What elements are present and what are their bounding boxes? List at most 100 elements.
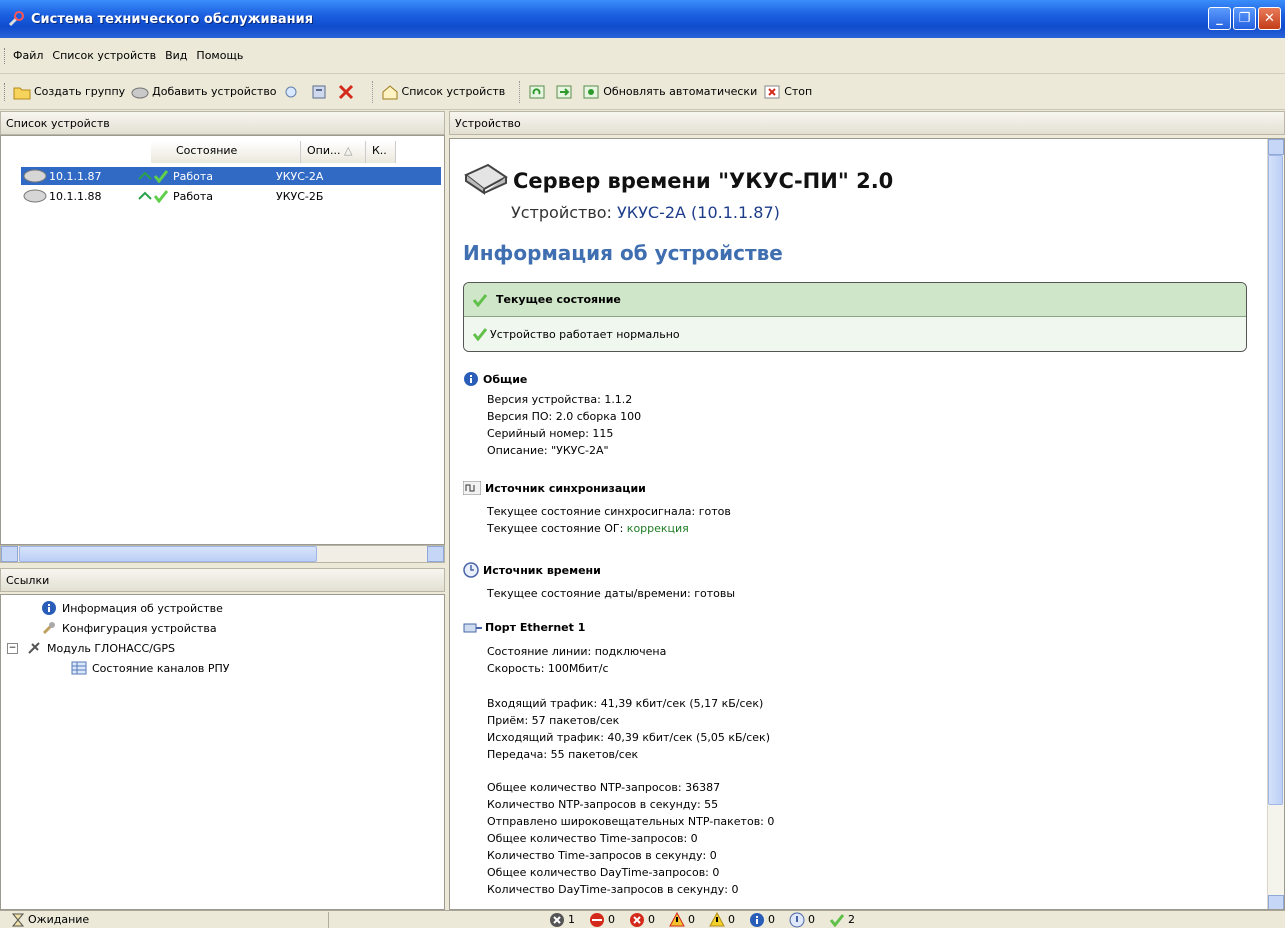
scroll-up-button[interactable] xyxy=(1268,139,1284,155)
close-button[interactable]: ✕ xyxy=(1258,7,1281,30)
sync-section-title: Источник синхронизации xyxy=(463,481,646,495)
refresh-icon xyxy=(529,85,545,98)
device-add-icon xyxy=(131,87,149,98)
signal-icon xyxy=(463,481,481,495)
blocked-icon xyxy=(590,912,604,927)
col-k[interactable]: К.. xyxy=(366,141,396,163)
ethernet-link-info: Состояние линии: подключена Скорость: 10… xyxy=(487,645,667,675)
scroll-right-button[interactable] xyxy=(427,546,444,562)
device-list-label: Список устройств xyxy=(401,85,506,98)
refresh-button[interactable] xyxy=(528,80,549,104)
device-row[interactable]: 10.1.1.87 Работа УКУС-2А xyxy=(21,167,441,185)
device-state: Работа xyxy=(173,169,214,183)
minimize-button[interactable]: _ xyxy=(1208,7,1231,30)
warning-icon xyxy=(709,911,725,926)
hourglass-icon xyxy=(12,913,24,926)
toolbar-grip xyxy=(4,82,7,101)
device-panel-header: Устройство xyxy=(449,111,1285,135)
menu-help[interactable]: Помощь xyxy=(196,49,243,62)
link-rpu-channels[interactable]: Состояние каналов РПУ xyxy=(71,659,229,677)
link-device-config[interactable]: Конфигурация устройства xyxy=(41,619,217,637)
general-info: Версия устройства: 1.1.2 Версия ПО: 2.0 … xyxy=(487,393,642,457)
scroll-left-button[interactable] xyxy=(1,546,18,562)
window-title: Система технического обслуживания xyxy=(31,11,314,27)
status-blocked[interactable]: 0 xyxy=(589,912,615,928)
device-row[interactable]: 10.1.1.88 Работа УКУС-2Б xyxy=(21,187,441,205)
update-button[interactable] xyxy=(555,80,576,104)
scroll-thumb[interactable] xyxy=(1268,155,1283,805)
device-ip: 10.1.1.88 xyxy=(49,189,102,203)
stop-button[interactable]: Стоп xyxy=(763,80,812,104)
device-list-button[interactable]: Список устройств xyxy=(381,80,506,104)
page-title: Сервер времени "УКУС-ПИ" 2.0 xyxy=(513,169,894,193)
add-device-button[interactable]: Добавить устройство xyxy=(131,80,277,104)
status-error[interactable]: 0 xyxy=(629,912,655,928)
section-heading: Информация об устройстве xyxy=(463,241,783,265)
sync-info: Текущее состояние синхросигнала: готов Т… xyxy=(487,505,731,535)
status-critical[interactable]: 1 xyxy=(549,912,575,928)
ok-icon xyxy=(472,293,488,307)
status-warning[interactable]: 0 xyxy=(709,911,735,928)
folder-icon xyxy=(13,87,31,99)
links-panel-header: Ссылки xyxy=(0,568,445,592)
horizontal-scrollbar[interactable] xyxy=(0,545,445,563)
link-device-info[interactable]: Информация об устройстве xyxy=(41,599,223,617)
vertical-scrollbar[interactable] xyxy=(1267,139,1284,909)
status-notice[interactable]: 0 xyxy=(789,912,815,928)
ethernet-port-icon xyxy=(463,623,482,632)
time-section-title: Источник времени xyxy=(463,562,601,578)
col-description[interactable]: Опи... △ xyxy=(301,141,366,163)
update-icon xyxy=(556,85,572,98)
device-icon xyxy=(464,163,508,195)
find-device-button[interactable] xyxy=(283,80,304,104)
links-tree: Информация об устройстве Конфигурация ус… xyxy=(0,594,445,910)
home-icon xyxy=(382,84,398,99)
auto-update-button[interactable]: Обновлять автоматически xyxy=(582,80,757,104)
info-icon xyxy=(464,372,478,386)
device-panel-title: Устройство xyxy=(455,116,521,130)
clock-icon xyxy=(463,562,479,578)
device-tree[interactable]: Состояние Опи... △ К.. 10.1.1.87 Работа … xyxy=(0,135,445,545)
status-warning-red[interactable]: 0 xyxy=(669,911,695,928)
ethernet-section-title: Порт Ethernet 1 xyxy=(463,621,585,634)
col-state[interactable]: Состояние xyxy=(151,141,301,163)
collapse-icon[interactable]: − xyxy=(7,642,18,654)
current-state-body: Устройство работает нормально xyxy=(464,317,1246,351)
current-state-header: Текущее состояние xyxy=(464,283,1246,317)
warning-icon xyxy=(669,911,685,926)
menu-view[interactable]: Вид xyxy=(165,49,187,62)
status-ok[interactable]: 2 xyxy=(829,913,855,927)
delete-icon xyxy=(338,84,353,99)
device-desc: УКУС-2Б xyxy=(276,189,324,203)
current-state-box: Текущее состояние Устройство работает но… xyxy=(463,282,1247,352)
device-icon xyxy=(23,169,47,183)
error-icon xyxy=(630,912,644,927)
wrench-icon xyxy=(8,11,24,27)
link-glonass-module[interactable]: − Модуль ГЛОНАСС/GPS xyxy=(7,639,175,657)
properties-button[interactable] xyxy=(310,80,331,104)
main-window: Система технического обслуживания _ ❐ ✕ … xyxy=(0,0,1285,928)
ok-icon xyxy=(153,190,169,203)
menu-device-list[interactable]: Список устройств xyxy=(52,49,156,62)
toolbar-separator xyxy=(519,80,521,103)
general-section-title: Общие xyxy=(463,371,527,387)
create-group-button[interactable]: Создать группу xyxy=(13,80,125,104)
ok-icon xyxy=(829,913,845,927)
scroll-thumb[interactable] xyxy=(19,546,317,562)
status-text: Ожидание xyxy=(28,913,90,926)
info-icon xyxy=(42,601,56,615)
title-bar[interactable]: Система технического обслуживания _ ❐ ✕ xyxy=(0,0,1285,38)
delete-button[interactable] xyxy=(337,80,358,104)
stop-label: Стоп xyxy=(784,85,813,98)
menu-file[interactable]: Файл xyxy=(13,49,43,62)
notice-icon xyxy=(789,912,805,927)
ok-icon xyxy=(153,170,169,183)
auto-update-icon xyxy=(583,85,599,98)
scroll-down-button[interactable] xyxy=(1268,895,1284,909)
properties-icon xyxy=(312,85,326,98)
device-info-page: Сервер времени "УКУС-ПИ" 2.0 Устройство:… xyxy=(449,138,1285,910)
maximize-button[interactable]: ❐ xyxy=(1233,7,1256,30)
status-info[interactable]: 0 xyxy=(749,912,775,928)
search-icon xyxy=(285,86,297,97)
device-ip: 10.1.1.87 xyxy=(49,169,102,183)
